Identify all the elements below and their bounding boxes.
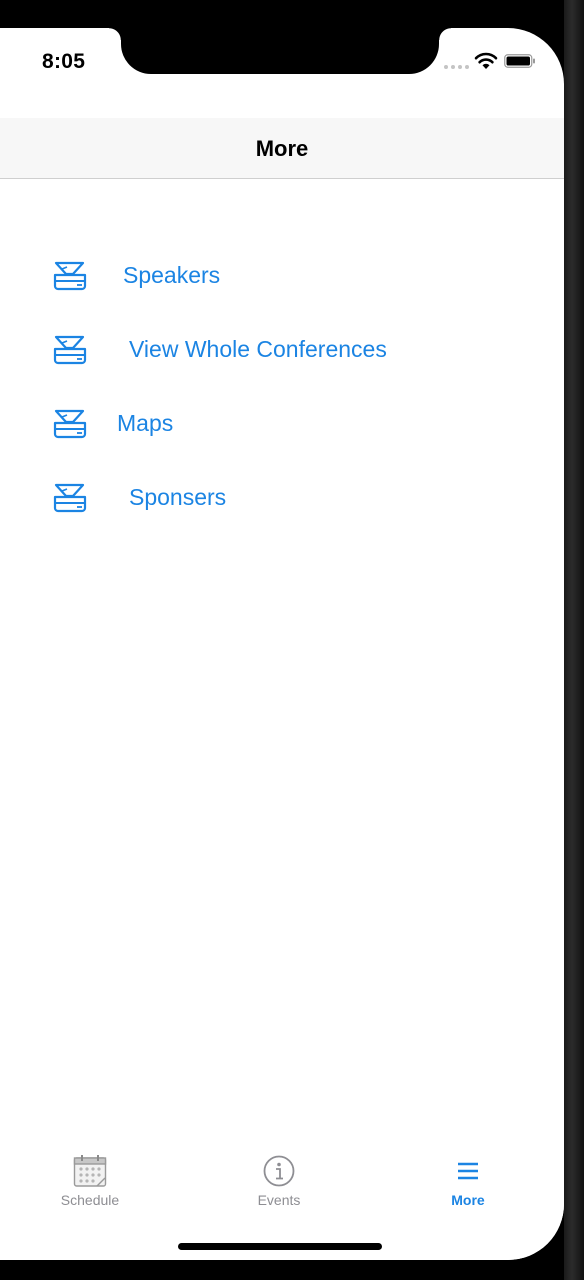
menu-item-label: Sponsers: [129, 484, 227, 510]
cellular-signal-icon: [444, 65, 469, 69]
tab-events[interactable]: Events: [219, 1154, 339, 1224]
tab-more[interactable]: More: [408, 1154, 528, 1224]
menu-item-label: Speakers: [123, 262, 221, 288]
wifi-icon: [474, 52, 498, 69]
device-frame: 8:05 More Speakers View Whole Conference…: [0, 0, 584, 1280]
scanner-icon: [53, 409, 87, 439]
device-bezel: [564, 0, 584, 1280]
scanner-icon: [53, 483, 87, 513]
page-title: More: [255, 136, 309, 161]
tab-label: Events: [257, 1192, 301, 1208]
tab-bar: Schedule Events More: [0, 1138, 564, 1260]
menu-item-view-whole-conferences[interactable]: View Whole Conferences: [52, 332, 422, 372]
device-notch: [109, 28, 451, 74]
tab-schedule[interactable]: Schedule: [30, 1154, 150, 1224]
menu-item-label: Maps: [117, 410, 174, 436]
screen: 8:05 More Speakers View Whole Conference…: [0, 28, 564, 1260]
info-icon: [263, 1155, 295, 1187]
navigation-bar: More: [0, 118, 564, 179]
menu-icon: [458, 1162, 478, 1180]
status-time: 8:05: [42, 50, 86, 73]
menu-item-label: View Whole Conferences: [129, 336, 387, 362]
menu-item-sponsers[interactable]: Sponsers: [52, 480, 252, 520]
tab-label: More: [451, 1192, 485, 1208]
menu-item-speakers[interactable]: Speakers: [52, 258, 242, 298]
scanner-icon: [53, 261, 87, 291]
menu-item-maps[interactable]: Maps: [52, 406, 192, 446]
calendar-icon: [73, 1155, 107, 1187]
battery-icon: [504, 54, 535, 68]
scanner-icon: [53, 335, 87, 365]
tab-label: Schedule: [60, 1192, 120, 1208]
home-indicator[interactable]: [178, 1243, 382, 1250]
